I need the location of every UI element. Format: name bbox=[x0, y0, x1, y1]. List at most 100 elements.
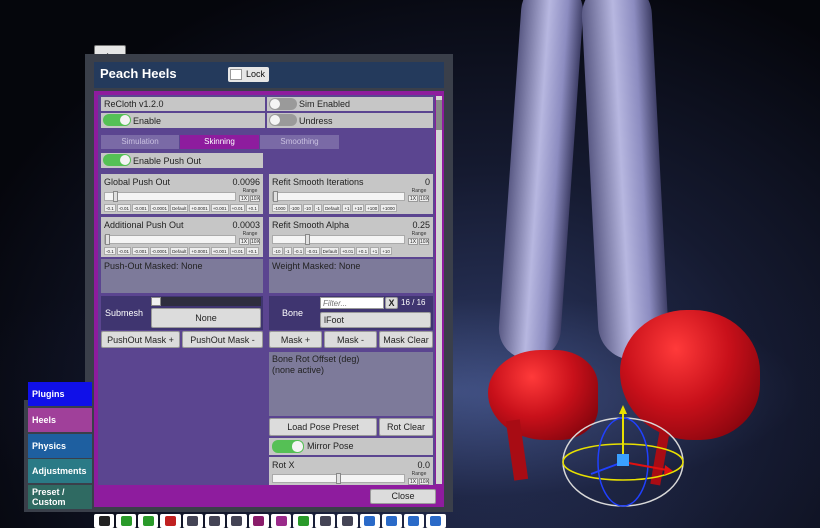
toolbar-button[interactable] bbox=[226, 514, 247, 528]
range-10x-button[interactable]: 10X bbox=[419, 238, 429, 245]
toolbar-button[interactable] bbox=[359, 514, 380, 528]
bone-filter-input[interactable] bbox=[320, 297, 384, 309]
pushout-mask-add-button[interactable]: PushOut Mask + bbox=[101, 331, 180, 348]
slider-thumb[interactable] bbox=[273, 191, 278, 202]
step-button[interactable]: +1 bbox=[342, 204, 352, 212]
step-button[interactable]: -1000 bbox=[272, 204, 288, 212]
toolbar-button[interactable] bbox=[204, 514, 225, 528]
range-1x-button[interactable]: 1X bbox=[239, 238, 249, 245]
step-button[interactable]: +1000 bbox=[380, 204, 397, 212]
step-button[interactable]: +10 bbox=[352, 204, 365, 212]
step-button[interactable]: -0.001 bbox=[132, 204, 149, 212]
close-button[interactable]: Close bbox=[370, 489, 436, 504]
step-button[interactable]: -0.0001 bbox=[149, 247, 170, 255]
step-button[interactable]: -10 bbox=[302, 204, 314, 212]
step-button[interactable]: Default bbox=[170, 204, 189, 212]
slider-thumb[interactable] bbox=[336, 473, 341, 484]
toolbar-button[interactable] bbox=[116, 514, 137, 528]
range-10x-button[interactable]: 10X bbox=[250, 238, 260, 245]
step-button[interactable]: -0.01 bbox=[305, 247, 320, 255]
step-button[interactable]: +0.001 bbox=[210, 247, 229, 255]
step-button[interactable]: Default bbox=[320, 247, 339, 255]
range-1x-button[interactable]: 1X bbox=[408, 195, 418, 202]
lock-checkbox[interactable] bbox=[230, 69, 242, 80]
step-button[interactable]: +0.1 bbox=[246, 204, 259, 212]
toolbar-button[interactable] bbox=[315, 514, 336, 528]
step-button[interactable]: +1 bbox=[370, 247, 380, 255]
step-button[interactable]: +0.01 bbox=[339, 247, 356, 255]
side-tab-heels[interactable]: Heels bbox=[28, 408, 92, 432]
tab-simulation[interactable]: Simulation bbox=[101, 135, 179, 149]
step-button[interactable]: +0.001 bbox=[210, 204, 229, 212]
range-1x-button[interactable]: 1X bbox=[408, 478, 418, 485]
global-push-out-track[interactable] bbox=[104, 191, 236, 202]
step-button[interactable]: +10 bbox=[380, 247, 392, 255]
step-button[interactable]: -1 bbox=[283, 247, 292, 255]
load-pose-preset-button[interactable]: Load Pose Preset bbox=[269, 418, 377, 436]
refit-smooth-alpha-track[interactable] bbox=[272, 234, 405, 245]
toolbar-button[interactable] bbox=[160, 514, 181, 528]
toolbar-button[interactable] bbox=[94, 514, 115, 528]
range-10x-button[interactable]: 10X bbox=[419, 478, 429, 485]
filter-clear-button[interactable]: X bbox=[385, 297, 398, 309]
toolbar-button[interactable] bbox=[138, 514, 159, 528]
rot-clear-button[interactable]: Rot Clear bbox=[379, 418, 433, 436]
step-button[interactable]: -10 bbox=[272, 247, 283, 255]
rot-x-track[interactable] bbox=[272, 473, 405, 484]
step-button[interactable]: Default bbox=[170, 247, 189, 255]
undress-toggle[interactable] bbox=[269, 114, 297, 126]
submesh-slider[interactable] bbox=[151, 297, 261, 306]
step-button[interactable]: +0.01 bbox=[229, 247, 246, 255]
mask-clear-button[interactable]: Mask Clear bbox=[379, 331, 433, 348]
step-button[interactable]: -0.001 bbox=[132, 247, 149, 255]
toolbar-button[interactable] bbox=[337, 514, 358, 528]
undress-row[interactable]: Undress bbox=[267, 113, 433, 128]
slider-thumb[interactable] bbox=[151, 297, 161, 306]
side-tab-physics[interactable]: Physics bbox=[28, 434, 92, 458]
transform-gizmo[interactable] bbox=[555, 400, 695, 510]
step-button[interactable]: -0.1 bbox=[292, 247, 305, 255]
mask-remove-button[interactable]: Mask - bbox=[324, 331, 377, 348]
mirror-pose-row[interactable]: Mirror Pose bbox=[269, 438, 433, 455]
slider-thumb[interactable] bbox=[305, 234, 310, 245]
tab-smoothing[interactable]: Smoothing bbox=[260, 135, 339, 149]
tab-skinning[interactable]: Skinning bbox=[180, 135, 259, 149]
sim-enabled-toggle[interactable] bbox=[269, 98, 297, 110]
lock-toggle[interactable]: Lock bbox=[228, 67, 269, 82]
mask-add-button[interactable]: Mask + bbox=[269, 331, 322, 348]
range-10x-button[interactable]: 10X bbox=[250, 195, 260, 202]
toolbar-button[interactable] bbox=[293, 514, 314, 528]
sim-enabled-row[interactable]: Sim Enabled bbox=[267, 97, 433, 111]
toolbar-button[interactable] bbox=[381, 514, 402, 528]
toolbar-button[interactable] bbox=[403, 514, 424, 528]
range-1x-button[interactable]: 1X bbox=[408, 238, 418, 245]
submesh-value[interactable]: None bbox=[151, 308, 261, 328]
step-button[interactable]: -0.1 bbox=[104, 247, 116, 255]
step-button[interactable]: +0.0001 bbox=[189, 204, 210, 212]
scrollbar[interactable] bbox=[436, 96, 442, 484]
step-button[interactable]: -0.01 bbox=[116, 247, 132, 255]
toolbar-button[interactable] bbox=[425, 514, 446, 528]
scrollbar-thumb[interactable] bbox=[436, 100, 442, 130]
step-button[interactable]: +100 bbox=[365, 204, 380, 212]
slider-thumb[interactable] bbox=[105, 234, 110, 245]
step-button[interactable]: -0.1 bbox=[104, 204, 116, 212]
step-button[interactable]: +0.1 bbox=[246, 247, 259, 255]
step-button[interactable]: -100 bbox=[288, 204, 302, 212]
enable-row[interactable]: Enable bbox=[101, 113, 265, 128]
step-button[interactable]: -0.01 bbox=[116, 204, 132, 212]
range-10x-button[interactable]: 10X bbox=[419, 195, 429, 202]
step-button[interactable]: +0.0001 bbox=[189, 247, 210, 255]
range-1x-button[interactable]: 1X bbox=[239, 195, 249, 202]
bone-value[interactable]: lFoot bbox=[320, 312, 431, 328]
mirror-pose-toggle[interactable] bbox=[272, 440, 304, 453]
step-button[interactable]: +0.1 bbox=[356, 247, 370, 255]
step-button[interactable]: Default bbox=[323, 204, 342, 212]
side-tab-preset-custom[interactable]: Preset / Custom bbox=[28, 485, 92, 509]
enable-push-out-toggle[interactable] bbox=[103, 154, 131, 166]
side-tab-adjustments[interactable]: Adjustments bbox=[28, 459, 92, 483]
toolbar-button[interactable] bbox=[248, 514, 269, 528]
step-button[interactable]: -1 bbox=[314, 204, 323, 212]
toolbar-button[interactable] bbox=[271, 514, 292, 528]
refit-smooth-iterations-track[interactable] bbox=[272, 191, 405, 202]
